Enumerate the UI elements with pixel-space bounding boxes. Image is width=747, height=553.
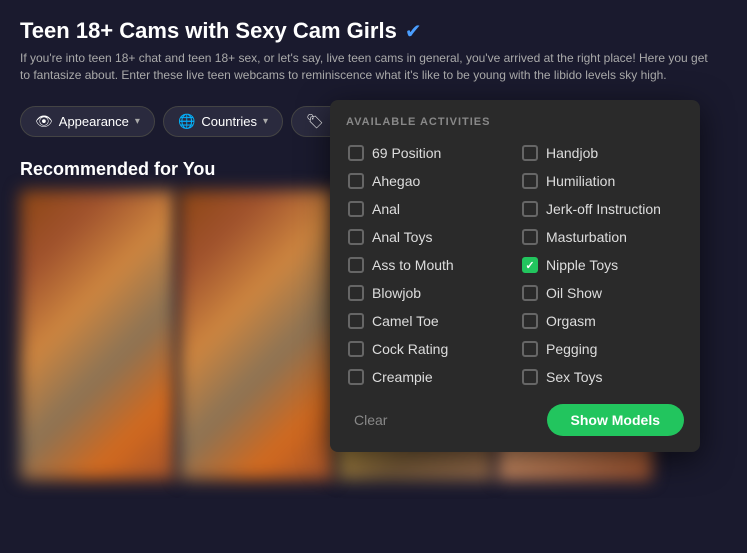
activity-camel-toe[interactable]: Camel Toe <box>346 310 510 332</box>
activity-label-masturbation: Masturbation <box>546 229 627 245</box>
activity-label-blowjob: Blowjob <box>372 285 421 301</box>
checkbox-handjob[interactable] <box>522 145 538 161</box>
checkbox-anal[interactable] <box>348 201 364 217</box>
activity-cock-rating[interactable]: Cock Rating <box>346 338 510 360</box>
activity-masturbation[interactable]: Masturbation <box>520 226 684 248</box>
filter-appearance-button[interactable]: 👁 Appearance ▾ <box>20 106 155 137</box>
page-subtitle: If you're into teen 18+ chat and teen 18… <box>20 50 720 84</box>
tag-icon: 🏷 <box>306 113 324 130</box>
activity-nipple-toys[interactable]: Nipple Toys <box>520 254 684 276</box>
checkbox-sex-toys[interactable] <box>522 369 538 385</box>
checkbox-creampie[interactable] <box>348 369 364 385</box>
globe-icon: 🌐 <box>178 113 195 130</box>
checkbox-orgasm[interactable] <box>522 313 538 329</box>
activity-label-pegging: Pegging <box>546 341 597 357</box>
checkbox-ass-to-mouth[interactable] <box>348 257 364 273</box>
checkbox-camel-toe[interactable] <box>348 313 364 329</box>
checkbox-blowjob[interactable] <box>348 285 364 301</box>
checkbox-nipple-toys[interactable] <box>522 257 538 273</box>
activity-pegging[interactable]: Pegging <box>520 338 684 360</box>
clear-button[interactable]: Clear <box>346 408 395 432</box>
activity-label-cock-rating: Cock Rating <box>372 341 448 357</box>
dropdown-footer: Clear Show Models <box>346 404 684 436</box>
activity-label-anal-toys: Anal Toys <box>372 229 432 245</box>
activity-label-69position: 69 Position <box>372 145 441 161</box>
checkbox-cock-rating[interactable] <box>348 341 364 357</box>
activity-69position[interactable]: 69 Position <box>346 142 510 164</box>
chevron-down-icon: ▾ <box>135 116 140 127</box>
activity-label-sex-toys: Sex Toys <box>546 369 603 385</box>
activities-grid: 69 Position Handjob Ahegao Humiliation A… <box>346 142 684 388</box>
activity-label-creampie: Creampie <box>372 369 433 385</box>
checkbox-masturbation[interactable] <box>522 229 538 245</box>
dropdown-header: AVAILABLE ACTIVITIES <box>346 116 684 128</box>
checkbox-jerkoff[interactable] <box>522 201 538 217</box>
activity-label-jerkoff: Jerk-off Instruction <box>546 201 661 217</box>
show-models-button[interactable]: Show Models <box>547 404 684 436</box>
activities-dropdown: AVAILABLE ACTIVITIES 69 Position Handjob… <box>330 100 700 452</box>
activity-label-anal: Anal <box>372 201 400 217</box>
model-thumbnail[interactable] <box>20 190 175 480</box>
checkbox-pegging[interactable] <box>522 341 538 357</box>
activity-label-handjob: Handjob <box>546 145 598 161</box>
checkbox-humiliation[interactable] <box>522 173 538 189</box>
activity-ass-to-mouth[interactable]: Ass to Mouth <box>346 254 510 276</box>
title-row: Teen 18+ Cams with Sexy Cam Girls ✔ <box>20 18 727 44</box>
activity-label-ass-to-mouth: Ass to Mouth <box>372 257 454 273</box>
checkbox-anal-toys[interactable] <box>348 229 364 245</box>
activity-orgasm[interactable]: Orgasm <box>520 310 684 332</box>
checkbox-69position[interactable] <box>348 145 364 161</box>
checkbox-ahegao[interactable] <box>348 173 364 189</box>
activity-label-camel-toe: Camel Toe <box>372 313 439 329</box>
activity-anal[interactable]: Anal <box>346 198 510 220</box>
activity-oil-show[interactable]: Oil Show <box>520 282 684 304</box>
activity-label-oil-show: Oil Show <box>546 285 602 301</box>
filter-countries-button[interactable]: 🌐 Countries ▾ <box>163 106 283 137</box>
activity-creampie[interactable]: Creampie <box>346 366 510 388</box>
chevron-down-icon: ▾ <box>263 116 268 127</box>
page-header: Teen 18+ Cams with Sexy Cam Girls ✔ If y… <box>0 0 747 94</box>
verified-icon: ✔ <box>405 19 422 44</box>
eye-icon: 👁 <box>35 113 53 130</box>
page-title: Teen 18+ Cams with Sexy Cam Girls <box>20 18 397 44</box>
activity-label-ahegao: Ahegao <box>372 173 420 189</box>
checkbox-oil-show[interactable] <box>522 285 538 301</box>
activity-label-orgasm: Orgasm <box>546 313 596 329</box>
activity-sex-toys[interactable]: Sex Toys <box>520 366 684 388</box>
activity-label-nipple-toys: Nipple Toys <box>546 257 618 273</box>
activity-ahegao[interactable]: Ahegao <box>346 170 510 192</box>
activity-handjob[interactable]: Handjob <box>520 142 684 164</box>
activity-jerkoff[interactable]: Jerk-off Instruction <box>520 198 684 220</box>
activity-blowjob[interactable]: Blowjob <box>346 282 510 304</box>
activity-anal-toys[interactable]: Anal Toys <box>346 226 510 248</box>
model-thumbnail[interactable] <box>179 190 334 480</box>
activity-humiliation[interactable]: Humiliation <box>520 170 684 192</box>
filter-countries-label: Countries <box>201 114 257 129</box>
filter-appearance-label: Appearance <box>59 114 129 129</box>
activity-label-humiliation: Humiliation <box>546 173 615 189</box>
